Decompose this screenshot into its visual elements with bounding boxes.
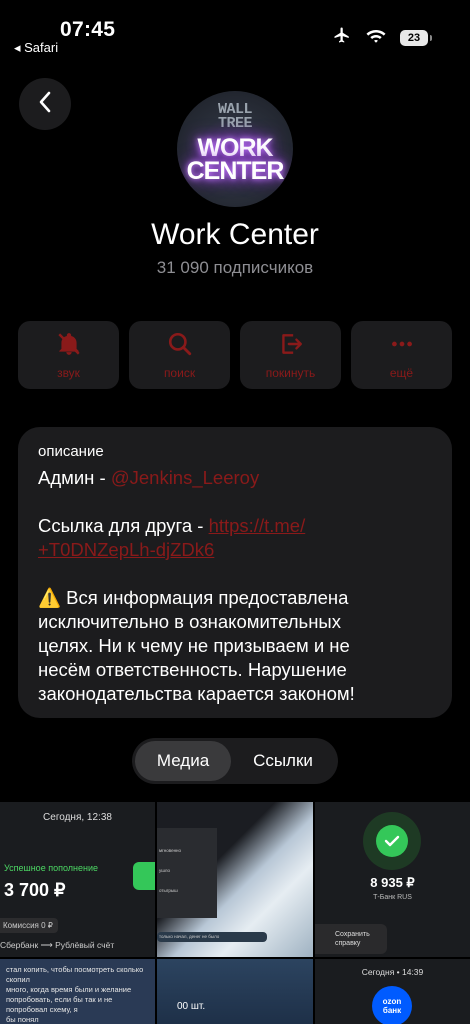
save-receipt-label: Сохранить справку — [315, 924, 387, 954]
avatar-main-text: WORK CENTER — [186, 134, 285, 185]
warning-line-5: законодательства карается законом! — [38, 683, 355, 704]
chat-text: мгновенно — [159, 848, 182, 853]
search-button[interactable]: поиск — [129, 321, 230, 389]
search-button-label: поиск — [163, 365, 196, 380]
bell-slash-icon — [56, 331, 82, 362]
chat-bubble: только начал, денег не было — [157, 932, 267, 942]
chat-text: только начал, денег не было — [159, 934, 220, 939]
tab-links[interactable]: Ссылки — [231, 741, 335, 781]
receipt-date: Сегодня, 12:38 — [43, 812, 112, 823]
friend-invite-link-part1[interactable]: https://t.me/ — [209, 515, 306, 536]
chat-text: отыгрыш — [159, 888, 178, 893]
search-icon — [167, 331, 193, 362]
media-thumbnail[interactable]: Сегодня • 14:39 ozon банк — [315, 959, 470, 1024]
media-thumbnail[interactable]: 8 935 ₽ Т-Банк RUS Сохранить справку — [315, 802, 470, 957]
ozon-bank-logo: ozon банк — [372, 986, 412, 1024]
media-links-segmented-control: Медиа Ссылки — [132, 738, 338, 784]
leave-icon — [278, 331, 304, 362]
friend-invite-link-part2[interactable]: +T0DNZepLh-djZDk6 — [38, 539, 214, 560]
airplane-icon — [332, 26, 352, 49]
chat-text: ушло — [159, 868, 171, 873]
mute-button[interactable]: звук — [18, 321, 119, 389]
friend-link-line-2: +T0DNZepLh-djZDk6 — [38, 538, 432, 562]
tab-media[interactable]: Медиа — [135, 741, 231, 781]
more-button-label: ещё — [389, 365, 414, 380]
receipt-status: Успешное пополнение — [4, 863, 98, 873]
admin-username-link[interactable]: @Jenkins_Leeroy — [111, 467, 259, 488]
receipt-amount: 3 700 ₽ — [4, 880, 66, 900]
subscriber-count: 31 090 подписчиков — [156, 258, 314, 277]
leave-button-label: покинуть — [265, 365, 316, 380]
admin-prefix: Админ - — [38, 467, 111, 488]
admin-line: Админ - @Jenkins_Leeroy — [38, 466, 432, 490]
status-time: 07:45 — [60, 18, 116, 41]
media-grid: Сегодня, 12:38 Успешное пополнение 3 700… — [0, 802, 470, 1024]
chat-message-text: стал копить, чтобы посмотреть сколько ск… — [6, 965, 144, 1024]
action-row: звук поиск покинуть ещё — [18, 321, 452, 389]
chat-screenshot: мгновенно ушло отыгрыш — [157, 828, 217, 918]
media-thumbnail[interactable]: Сегодня, 12:38 Успешное пополнение 3 700… — [0, 802, 155, 957]
more-button[interactable]: ещё — [351, 321, 452, 389]
friend-link-prefix: Ссылка для друга - — [38, 515, 209, 536]
chevron-left-icon — [38, 91, 52, 118]
channel-title: Work Center — [151, 218, 319, 251]
back-button[interactable] — [19, 78, 71, 130]
warning-line-4: несём ответственность. Нарушение — [38, 659, 347, 680]
battery-icon: 23 — [400, 29, 432, 46]
mute-button-label: звук — [57, 365, 80, 380]
success-ring — [363, 812, 421, 870]
description-card: описание Админ - @Jenkins_Leeroy Ссылка … — [18, 427, 452, 718]
receipt-route: Сбербанк ⟶ Рублёвый счёт — [0, 940, 115, 950]
check-icon — [133, 862, 155, 890]
transfer-sum: 8 935 ₽ — [370, 875, 415, 890]
media-thumbnail[interactable]: стал копить, чтобы посмотреть сколько ск… — [0, 959, 155, 1024]
friend-link-line: Ссылка для друга - https://t.me/ — [38, 514, 432, 538]
media-thumbnail[interactable]: 00 шт. — [157, 959, 313, 1024]
status-bar: 07:45 ◂ Safari 23 — [0, 0, 470, 60]
warning-line-3: целях. Ни к чему не призываем и не — [38, 635, 350, 656]
wifi-icon — [366, 27, 386, 48]
bank-name: Т-Банк RUS — [373, 894, 412, 901]
channel-avatar[interactable]: WALL TREE WORK CENTER — [177, 91, 293, 207]
status-icons: 23 — [332, 26, 432, 49]
warning-line-2: исключительно в ознакомительных — [38, 611, 341, 632]
receipt-fee: Комиссия 0 ₽ — [0, 918, 58, 933]
media-thumbnail[interactable]: мгновенно ушло отыгрыш только начал, ден… — [157, 802, 313, 957]
avatar-top-text: WALL TREE — [217, 101, 253, 133]
description-label: описание — [38, 443, 104, 460]
back-to-safari-link[interactable]: ◂ Safari — [14, 40, 58, 56]
receipt-date: Сегодня • 14:39 — [361, 967, 424, 977]
ticker-text: 00 шт. — [177, 1001, 206, 1012]
checkmark-icon — [376, 825, 408, 857]
leave-button[interactable]: покинуть — [240, 321, 341, 389]
warning-line-1: ⚠️ Вся информация предоставлена — [38, 587, 349, 608]
more-icon — [389, 331, 415, 362]
